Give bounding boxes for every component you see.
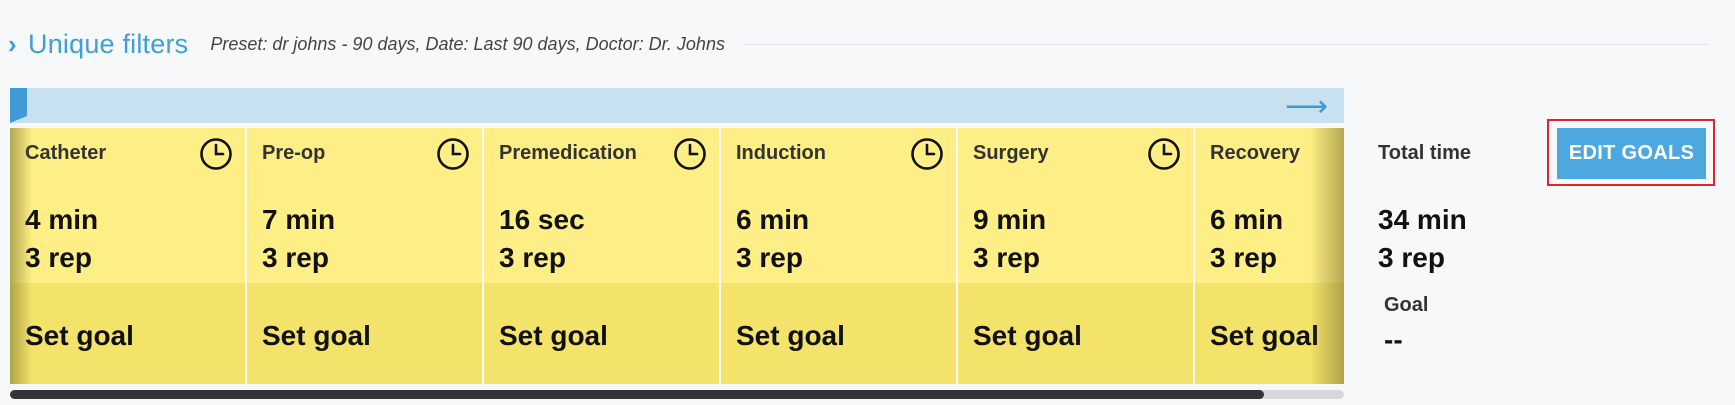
- chevron-right-icon[interactable]: ›: [8, 31, 22, 57]
- set-goal-link[interactable]: Set goal: [262, 320, 371, 352]
- stage-reps: 3 rep: [499, 242, 566, 273]
- set-goal-link[interactable]: Set goal: [736, 320, 845, 352]
- clock-icon: [1148, 138, 1180, 170]
- goal-label: Goal: [1384, 294, 1429, 316]
- clock-icon: [437, 138, 469, 170]
- stage-card-catheter[interactable]: Catheter 4 min 3 rep Set goal: [10, 128, 245, 384]
- goal-value: --: [1384, 324, 1403, 355]
- stage-reps: 3 rep: [25, 242, 92, 273]
- stage-reps: 3 rep: [262, 242, 329, 273]
- filters-header: › Unique filters Preset: dr johns - 90 d…: [8, 24, 1708, 64]
- stage-name: Surgery: [973, 142, 1049, 164]
- set-goal-link[interactable]: Set goal: [25, 320, 134, 352]
- stage-reps: 3 rep: [736, 242, 803, 273]
- clock-icon: [674, 138, 706, 170]
- stage-card-induction[interactable]: Induction 6 min 3 rep Set goal: [721, 128, 956, 384]
- stage-card-pre-op[interactable]: Pre-op 7 min 3 rep Set goal: [247, 128, 482, 384]
- stage-reps: 3 rep: [1210, 242, 1277, 273]
- clock-icon: [200, 138, 232, 170]
- stage-time: 6 min: [736, 204, 810, 235]
- stage-name: Premedication: [499, 142, 637, 164]
- arrow-right-icon[interactable]: ⟶: [1285, 92, 1328, 122]
- edit-goals-button[interactable]: EDIT GOALS: [1557, 128, 1706, 179]
- stage-time: 9 min: [973, 204, 1047, 235]
- filters-summary: Preset: dr johns - 90 days, Date: Last 9…: [210, 33, 725, 54]
- set-goal-link[interactable]: Set goal: [1210, 320, 1319, 352]
- stage-name: Catheter: [25, 142, 107, 164]
- total-reps-value: 3 rep: [1378, 242, 1445, 273]
- stage-name: Induction: [736, 142, 826, 164]
- stage-card-premedication[interactable]: Premedication 16 sec 3 rep Set goal: [484, 128, 719, 384]
- stage-name: Recovery: [1210, 142, 1301, 164]
- stage-card-surgery[interactable]: Surgery 9 min 3 rep Set goal: [958, 128, 1193, 384]
- filters-toggle[interactable]: Unique filters: [28, 29, 188, 60]
- horizontal-scrollbar[interactable]: [10, 390, 1344, 399]
- stage-card-recovery[interactable]: Recovery 6 min 3 rep Set goal: [1195, 128, 1344, 384]
- divider: [742, 43, 1708, 45]
- stage-time: 4 min: [25, 204, 99, 235]
- stages-list: Catheter 4 min 3 rep Set goal Pre-op 7 m…: [10, 128, 1344, 384]
- scroll-start-marker[interactable]: [10, 88, 27, 123]
- total-time-value: 34 min: [1378, 204, 1467, 235]
- stage-time: 6 min: [1210, 204, 1284, 235]
- total-time-label: Total time: [1378, 142, 1471, 164]
- stage-reps: 3 rep: [973, 242, 1040, 273]
- stage-name: Pre-op: [262, 142, 326, 164]
- scrollbar-thumb[interactable]: [10, 390, 1264, 399]
- clock-icon: [911, 138, 943, 170]
- stage-time: 7 min: [262, 204, 336, 235]
- set-goal-link[interactable]: Set goal: [499, 320, 608, 352]
- timeline-scroll-track[interactable]: ⟶: [10, 88, 1344, 123]
- stage-time: 16 sec: [499, 204, 585, 235]
- set-goal-link[interactable]: Set goal: [973, 320, 1082, 352]
